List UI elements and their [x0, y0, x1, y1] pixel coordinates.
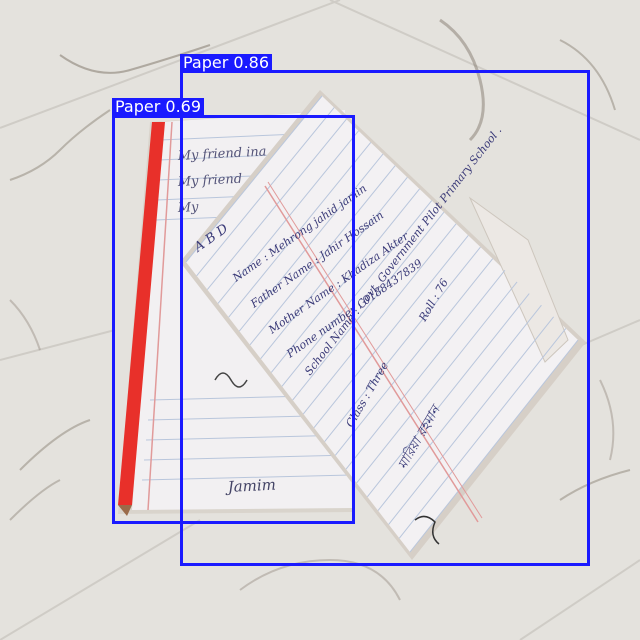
detection-box-2 [112, 115, 355, 524]
detection-label-2: Paper 0.69 [112, 97, 205, 116]
detection-label-1: Paper 0.86 [180, 53, 273, 72]
detection-class-2: Paper [115, 97, 161, 116]
detection-class-1: Paper [183, 53, 229, 72]
detection-confidence-2: 0.69 [165, 97, 202, 116]
photo-scene: My friend ina My friend My Jamim A B D N… [0, 0, 640, 640]
detection-confidence-1: 0.86 [233, 53, 270, 72]
